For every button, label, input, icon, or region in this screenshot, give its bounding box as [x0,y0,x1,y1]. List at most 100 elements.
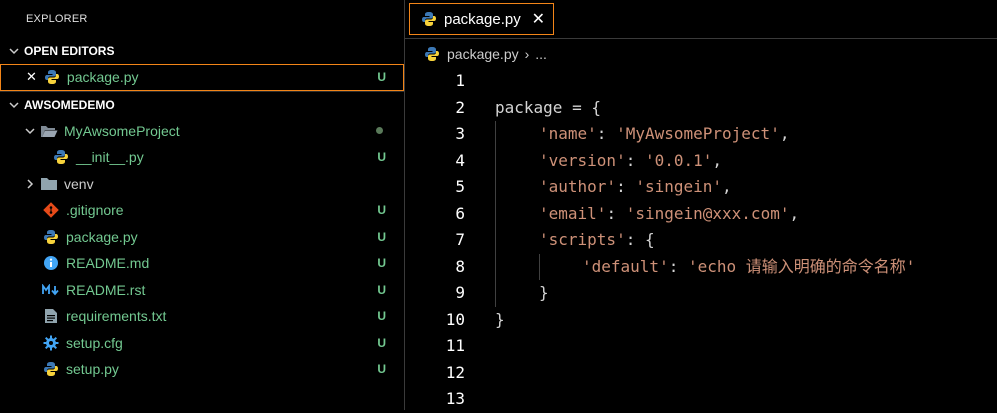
git-status-badge: U [377,70,386,85]
tree-file-readme-md[interactable]: README.md U [0,250,404,277]
tree-file-gitignore[interactable]: .gitignore U [0,197,404,224]
code-line: 10} [405,307,997,334]
tree-file-setup-py[interactable]: setup.py U [0,356,404,383]
code-line: 9} [405,280,997,307]
text-file-icon [42,307,60,325]
indent-guide [495,121,496,148]
git-status-badge: U [377,282,386,297]
file-name: .gitignore [66,202,124,219]
file-name: setup.py [66,361,119,378]
line-number: 2 [455,97,465,117]
project-folder-label: AWSOMEDEMO [24,97,115,112]
line-number: 3 [455,124,465,143]
python-icon [43,68,61,86]
line-number: 1 [455,71,465,90]
code-editor[interactable]: 1 2 package = { 3 'name': 'MyAwsomeProject… [405,68,997,413]
file-name: package.py [66,228,138,245]
markdown-icon [42,281,60,299]
code-line: 4 'version': '0.0.1', [405,147,997,174]
chevron-right-icon [22,176,38,192]
indent-guide [495,200,496,227]
indent-guide [495,227,496,254]
file-name: package.py [66,69,139,86]
breadcrumb-separator: › [524,46,530,62]
chevron-down-icon [6,43,22,59]
breadcrumb-symbol[interactable]: ... [535,46,547,62]
python-icon [423,45,441,63]
code-line: 5 'author': 'singein', [405,174,997,201]
tree-folder-myawsomeproject[interactable]: MyAwsomeProject [0,118,404,145]
info-icon [42,254,60,272]
line-number: 5 [455,177,465,196]
git-status-badge: U [377,150,386,165]
tab-bar: package.py ✕ [405,0,997,39]
code-line: 6 'email': 'singein@xxx.com', [405,200,997,227]
explorer-sidebar: EXPLORER OPEN EDITORS ✕ package.py U AWS… [0,0,405,410]
git-status-badge: U [377,362,386,377]
indent-guide [539,253,540,280]
code-line: 12 [405,360,997,387]
code-line: 8 'default': 'echo 请输入明确的命令名称' [405,253,997,280]
explorer-title: EXPLORER [26,13,88,25]
line-number: 13 [445,389,465,408]
open-editor-item[interactable]: ✕ package.py U [0,64,404,91]
code-text: package = { [495,97,601,117]
folder-name: MyAwsomeProject [64,122,180,139]
breadcrumb-file[interactable]: package.py [447,46,519,62]
git-status-badge: U [377,309,386,324]
modified-dot [376,127,383,135]
file-name: README.md [66,255,150,272]
line-number: 10 [445,309,465,329]
line-number: 7 [455,230,465,249]
tree-file-requirements[interactable]: requirements.txt U [0,303,404,330]
open-editors-header[interactable]: OPEN EDITORS [0,38,404,64]
folder-open-icon [40,122,58,140]
indent-guide [495,174,496,201]
git-status-badge: U [377,229,386,244]
code-text: 'default': 'echo 请输入明确的命令名称' [582,256,916,276]
folder-name: venv [64,175,94,192]
tab-label: package.py [444,10,521,28]
project-folder-header[interactable]: AWSOMEDEMO [0,90,404,118]
file-name: setup.cfg [66,334,123,351]
python-icon [420,10,438,28]
line-number: 11 [445,336,465,355]
file-name: README.rst [66,281,146,298]
editor-area: package.py ✕ package.py › ... 1 2 package… [405,0,997,410]
indent-guide [495,147,496,174]
python-icon [42,228,60,246]
code-text: 'email': 'singein@xxx.com', [539,203,800,223]
python-icon [52,148,70,166]
code-text: } [495,309,505,329]
git-icon [42,201,60,219]
line-number: 12 [445,362,465,382]
breadcrumb: package.py › ... [405,39,997,69]
code-text: 'author': 'singein', [539,177,732,196]
close-icon[interactable]: ✕ [532,9,545,29]
file-name: __init__.py [76,149,144,166]
tree-file-readme-rst[interactable]: README.rst U [0,277,404,304]
tree-folder-venv[interactable]: venv [0,171,404,198]
tree-file-init[interactable]: __init__.py U [0,144,404,171]
code-text: 'version': '0.0.1', [539,150,723,170]
tab-package-py[interactable]: package.py ✕ [409,3,554,35]
git-status-badge: U [377,256,386,271]
code-text: 'scripts': { [539,230,655,249]
tree-file-setup-cfg[interactable]: setup.cfg U [0,330,404,357]
line-number: 9 [455,283,465,302]
tree-file-package[interactable]: package.py U [0,224,404,251]
open-editors-label: OPEN EDITORS [24,44,115,58]
python-icon [42,360,60,378]
close-icon[interactable]: ✕ [26,69,37,85]
file-name: requirements.txt [66,308,167,325]
chevron-down-icon [22,123,38,139]
git-status-badge: U [377,203,386,218]
code-line: 2 package = { [405,95,997,122]
code-line: 1 [405,68,997,95]
code-line: 11 [405,333,997,360]
line-number: 8 [455,256,465,276]
chevron-down-icon [6,97,22,113]
line-number: 6 [455,203,465,223]
indent-guide [495,280,496,307]
folder-icon [40,175,58,193]
